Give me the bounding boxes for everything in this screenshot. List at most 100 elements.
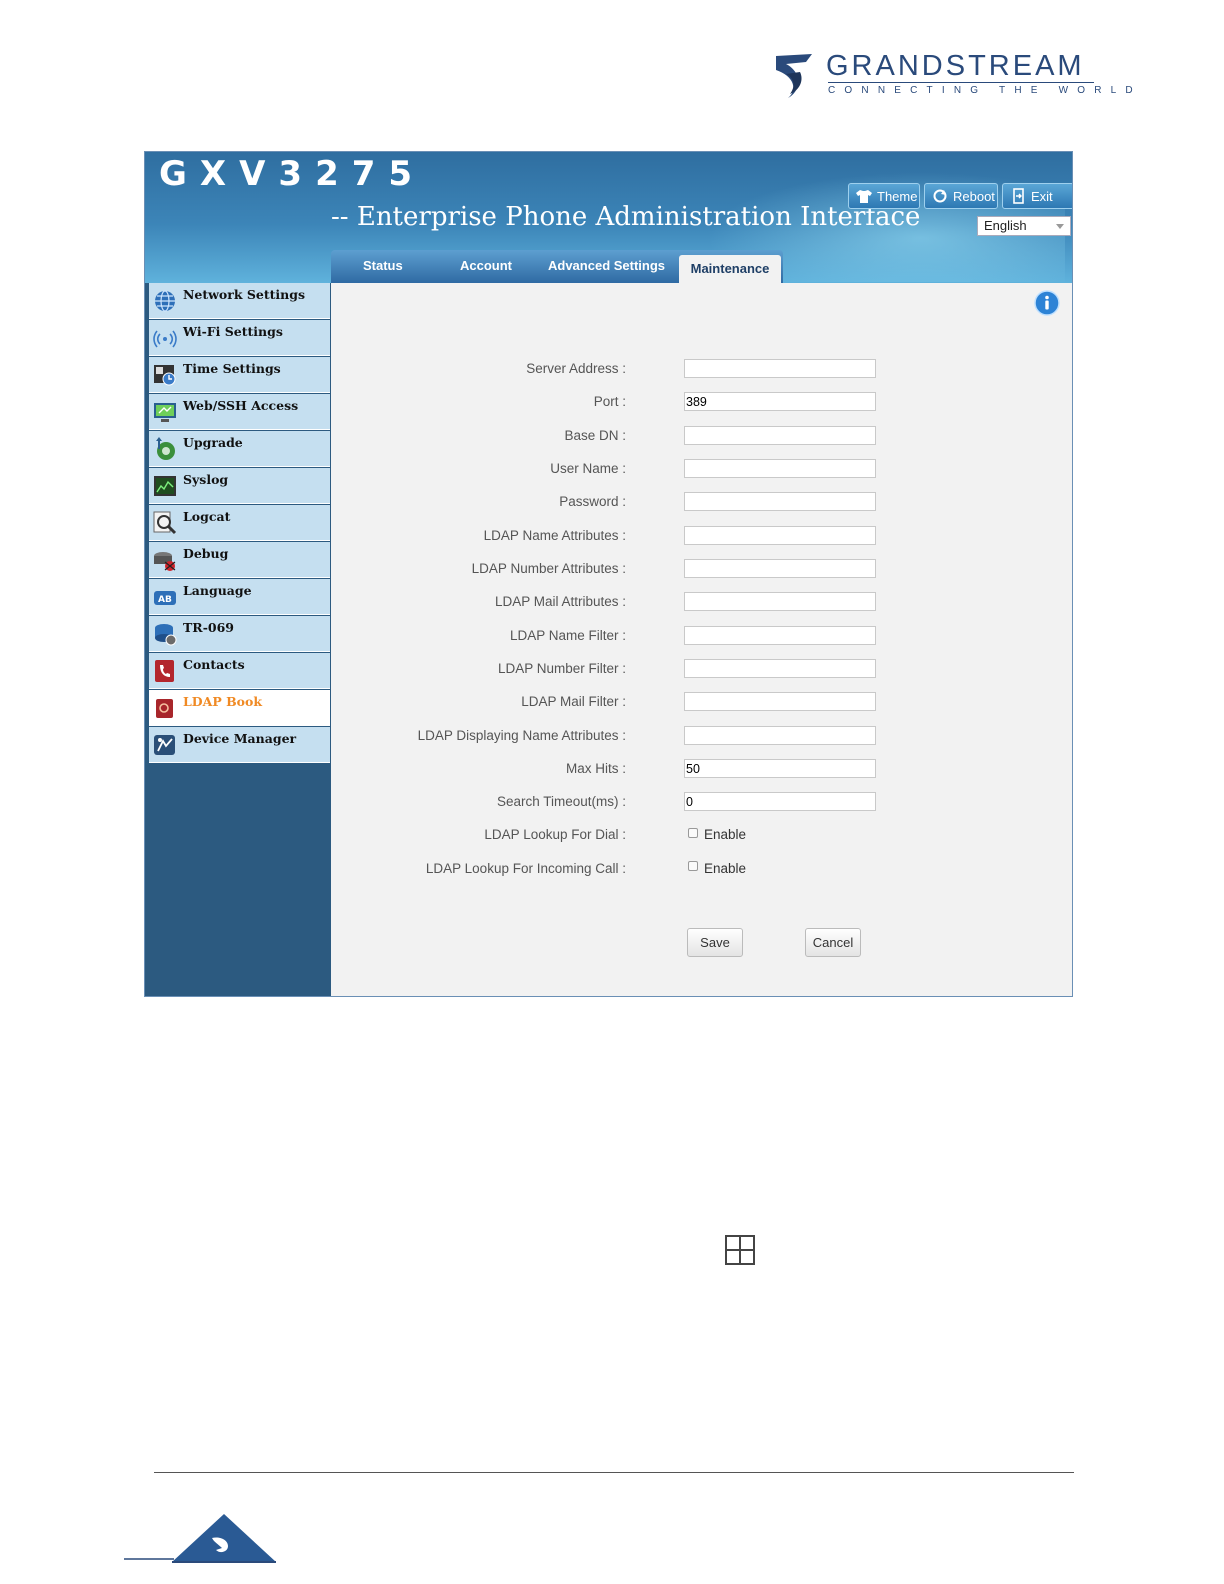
password-input[interactable] [684,492,876,511]
model-name: GXV3275 [159,154,426,194]
sidebar-item-label: Time Settings [183,361,281,376]
ldap-name-filter-label: LDAP Name Filter : [509,628,626,643]
ldap-name-attributes-input[interactable] [684,526,876,545]
brand-name: GRANDSTREAM [826,50,1085,82]
search-timeout-input[interactable] [684,792,876,811]
sidebar-item-label: Logcat [183,509,231,524]
ldap-lookup-dial-label: LDAP Lookup For Dial : [484,827,626,842]
reboot-label: Reboot [953,188,995,204]
magnifier-icon [153,511,177,535]
footer-divider [154,1472,1074,1473]
server-address-label: Server Address : [526,361,626,376]
sidebar-item-language[interactable]: AB Language [149,579,330,615]
ldap-mail-filter-input[interactable] [684,692,876,711]
door-exit-icon [1013,188,1024,204]
info-icon[interactable] [1034,290,1060,316]
max-hits-label: Max Hits : [565,761,626,776]
sidebar-item-ldap-book[interactable]: LDAP Book [149,690,330,726]
server-address-input[interactable] [684,359,876,378]
sidebar-item-label: Contacts [183,657,245,672]
device-manager-icon [154,735,175,755]
wifi-icon [153,330,177,348]
ldap-number-filter-input[interactable] [684,659,876,678]
user-name-input[interactable] [684,459,876,478]
admin-window: GXV3275 -- Enterprise Phone Administrati… [144,151,1073,997]
shirt-icon [856,190,872,203]
brand-tagline: CONNECTING THE WORLD [828,85,1142,96]
language-value: English [984,218,1027,233]
ldap-displaying-name-attributes-label: LDAP Displaying Name Attributes : [417,728,626,743]
theme-label: Theme [877,188,918,204]
save-button[interactable]: Save [687,928,743,957]
sidebar-item-time-settings[interactable]: Time Settings [149,357,330,393]
app-header: GXV3275 -- Enterprise Phone Administrati… [145,152,1072,283]
sidebar-item-upgrade[interactable]: Upgrade [149,431,330,467]
ldap-lookup-incoming-checkbox[interactable] [688,861,698,871]
ldap-mail-attributes-input[interactable] [684,592,876,611]
ldap-number-attributes-input[interactable] [684,559,876,578]
bug-icon [154,552,176,571]
sidebar-item-label: Network Settings [183,287,305,302]
sidebar-item-label: Device Manager [183,731,297,746]
sidebar-item-label: Language [183,583,252,598]
language-icon: AB [154,591,176,605]
sidebar-item-label: TR-069 [183,620,234,635]
refresh-icon [933,189,947,203]
clock-icon [154,365,176,386]
tr069-icon [155,624,177,646]
port-label: Port : [593,394,626,409]
phonebook-icon [155,660,174,682]
exit-button[interactable]: Exit [1002,183,1072,209]
sidebar-item-debug[interactable]: Debug [149,542,330,578]
monitor-icon [154,403,176,422]
reboot-button[interactable]: Reboot [924,183,998,209]
cancel-button[interactable]: Cancel [805,928,861,957]
sidebar-item-label: Syslog [183,472,229,487]
sidebar-item-label: Web/SSH Access [183,398,299,413]
sidebar-item-label: LDAP Book [183,694,262,709]
ldap-mail-filter-label: LDAP Mail Filter : [521,694,626,709]
ldap-name-filter-input[interactable] [684,626,876,645]
sidebar-item-web-ssh-access[interactable]: Web/SSH Access [149,394,330,430]
sidebar-item-logcat[interactable]: Logcat [149,505,330,541]
content-panel: Server Address : Port : Base DN : User N… [331,283,1072,996]
ldap-number-filter-label: LDAP Number Filter : [497,661,626,676]
ldap-name-attributes-label: LDAP Name Attributes : [483,528,626,543]
language-select[interactable]: English [977,216,1071,236]
search-timeout-label: Search Timeout(ms) : [496,794,626,809]
grandstream-logo-icon [776,54,812,98]
app-subtitle: -- Enterprise Phone Administration Inter… [331,202,921,232]
globe-icon [155,290,175,312]
ldap-lookup-incoming-label: LDAP Lookup For Incoming Call : [425,861,626,876]
password-label: Password : [559,494,626,509]
exit-label: Exit [1031,188,1053,204]
sidebar-item-label: Debug [183,546,229,561]
brand-divider [828,82,1094,83]
theme-button[interactable]: Theme [848,183,920,209]
ldap-lookup-dial-option: Enable [704,827,747,842]
main-tabs: Status Account Advanced Settings Mainten… [331,250,783,283]
ldap-mail-attributes-label: LDAP Mail Attributes : [494,594,626,609]
sidebar-item-device-manager[interactable]: Device Manager [149,727,330,763]
brand-logo: GRANDSTREAM CONNECTING THE WORLD [772,48,1133,104]
ldap-book-icon [156,699,173,718]
sidebar: Network Settings Wi-Fi Settings Time Set… [149,283,330,996]
sidebar-item-tr-069[interactable]: TR-069 [149,616,330,652]
chart-screen-icon [154,476,176,496]
tab-advanced-settings[interactable]: Advanced Settings [548,258,665,273]
chevron-down-icon [1056,224,1064,229]
base-dn-input[interactable] [684,426,876,445]
sidebar-item-contacts[interactable]: Contacts [149,653,330,689]
max-hits-input[interactable] [684,759,876,778]
port-input[interactable] [684,392,876,411]
ldap-lookup-dial-checkbox[interactable] [688,828,698,838]
sidebar-item-syslog[interactable]: Syslog [149,468,330,504]
tab-status[interactable]: Status [363,258,403,273]
tab-maintenance[interactable]: Maintenance [679,255,781,283]
ldap-number-attributes-label: LDAP Number Attributes : [471,561,626,576]
sidebar-item-wifi-settings[interactable]: Wi-Fi Settings [149,320,330,356]
ldap-lookup-incoming-option: Enable [704,861,747,876]
tab-account[interactable]: Account [460,258,512,273]
ldap-displaying-name-attributes-input[interactable] [684,726,876,745]
sidebar-item-network-settings[interactable]: Network Settings [149,283,330,319]
